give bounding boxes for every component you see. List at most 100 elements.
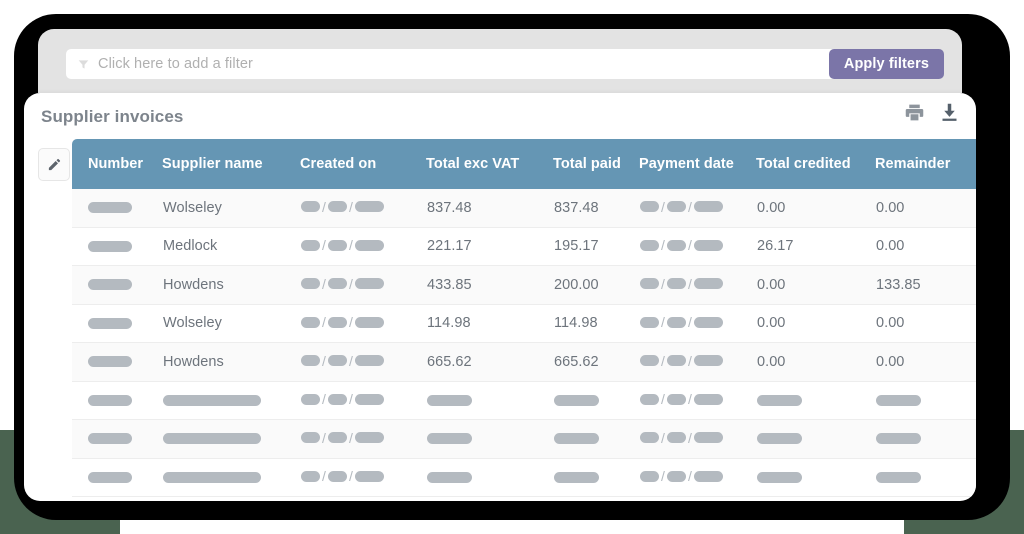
cell-number [72, 381, 162, 420]
column-header-supplier-name[interactable]: Supplier name [162, 139, 300, 189]
redacted-date: // [640, 200, 723, 214]
card-actions [904, 102, 960, 123]
redacted-date: // [301, 277, 384, 291]
cell-number [72, 458, 162, 497]
invoices-table-wrapper: Number Supplier name Created on Total ex… [41, 139, 959, 497]
redacted-date: // [640, 277, 723, 291]
table-header-row: Number Supplier name Created on Total ex… [72, 139, 976, 189]
cell-total-paid [553, 458, 639, 497]
redacted-date: // [301, 392, 384, 406]
cell-total-paid [553, 420, 639, 459]
redacted-value [757, 395, 802, 406]
redacted-value [163, 433, 261, 444]
table-row[interactable]: Wolseley//114.98114.98//0.000.00 [72, 304, 976, 343]
apply-filters-button[interactable]: Apply filters [829, 49, 944, 79]
cell-remainder: 0.00 [875, 189, 976, 227]
cell-total-paid: 837.48 [553, 189, 639, 227]
cell-remainder [875, 381, 976, 420]
redacted-value [876, 433, 921, 444]
redacted-value [757, 433, 802, 444]
cell-supplier-name: Wolseley [162, 189, 300, 227]
cell-payment-date: // [639, 458, 756, 497]
cell-total-exc-vat: 837.48 [426, 189, 553, 227]
redacted-value [554, 472, 599, 483]
redacted-value [88, 433, 132, 444]
cell-number [72, 266, 162, 305]
redacted-date: // [301, 238, 384, 252]
edit-columns-button[interactable] [38, 148, 70, 181]
redacted-value [88, 318, 132, 329]
cell-created-on: // [300, 304, 426, 343]
cell-total-exc-vat [426, 458, 553, 497]
cell-supplier-name: Wolseley [162, 304, 300, 343]
cell-total-credited: 0.00 [756, 266, 875, 305]
redacted-date: // [301, 354, 384, 368]
redacted-value [88, 202, 132, 213]
cell-created-on: // [300, 227, 426, 266]
cell-created-on: // [300, 266, 426, 305]
cell-total-exc-vat: 221.17 [426, 227, 553, 266]
table-row[interactable]: // // [72, 458, 976, 497]
cell-remainder [875, 420, 976, 459]
table-row[interactable]: Howdens//433.85200.00//0.00133.85 [72, 266, 976, 305]
cell-total-credited [756, 420, 875, 459]
column-header-remainder[interactable]: Remainder [875, 139, 976, 189]
redacted-date: // [640, 469, 723, 483]
cell-payment-date: // [639, 343, 756, 382]
supplier-invoices-table: Number Supplier name Created on Total ex… [72, 139, 976, 497]
table-row[interactable]: Howdens//665.62665.62//0.000.00 [72, 343, 976, 382]
redacted-value [88, 472, 132, 483]
cell-payment-date: // [639, 420, 756, 459]
cell-total-exc-vat [426, 420, 553, 459]
cell-created-on: // [300, 381, 426, 420]
column-header-number[interactable]: Number [72, 139, 162, 189]
cell-total-paid: 200.00 [553, 266, 639, 305]
supplier-invoices-card: Supplier invoices [24, 93, 976, 501]
redacted-value [554, 433, 599, 444]
cell-total-exc-vat [426, 381, 553, 420]
redacted-value [427, 395, 472, 406]
download-icon[interactable] [939, 102, 960, 123]
cell-supplier-name: Howdens [162, 266, 300, 305]
redacted-value [757, 472, 802, 483]
cell-remainder: 0.00 [875, 304, 976, 343]
table-row[interactable]: // // [72, 420, 976, 459]
redacted-value [88, 395, 132, 406]
cell-remainder: 133.85 [875, 266, 976, 305]
cell-total-paid [553, 381, 639, 420]
redacted-date: // [301, 469, 384, 483]
cell-created-on: // [300, 343, 426, 382]
column-header-created-on[interactable]: Created on [300, 139, 426, 189]
cell-remainder: 0.00 [875, 227, 976, 266]
cell-total-credited [756, 458, 875, 497]
redacted-value [88, 356, 132, 367]
column-header-total-exc-vat[interactable]: Total exc VAT [426, 139, 553, 189]
table-row[interactable]: // // [72, 381, 976, 420]
redacted-date: // [301, 315, 384, 329]
column-header-total-credited[interactable]: Total credited [756, 139, 875, 189]
cell-number [72, 304, 162, 343]
print-icon[interactable] [904, 102, 925, 123]
redacted-value [163, 395, 261, 406]
redacted-date: // [301, 431, 384, 445]
cell-remainder: 0.00 [875, 343, 976, 382]
table-row[interactable]: Wolseley//837.48837.48//0.000.00 [72, 189, 976, 227]
column-header-total-paid[interactable]: Total paid [553, 139, 639, 189]
filter-input[interactable]: Click here to add a filter [66, 49, 844, 79]
table-body: Wolseley//837.48837.48//0.000.00Medlock/… [72, 189, 976, 497]
redacted-date: // [640, 354, 723, 368]
redacted-value [427, 433, 472, 444]
column-header-payment-date[interactable]: Payment date [639, 139, 756, 189]
cell-payment-date: // [639, 227, 756, 266]
card-header: Supplier invoices [24, 93, 976, 139]
redacted-value [876, 472, 921, 483]
cell-total-paid: 195.17 [553, 227, 639, 266]
redacted-date: // [640, 392, 723, 406]
table-row[interactable]: Medlock//221.17195.17//26.170.00 [72, 227, 976, 266]
cell-created-on: // [300, 189, 426, 227]
cell-total-credited: 26.17 [756, 227, 875, 266]
redacted-value [427, 472, 472, 483]
redacted-date: // [301, 200, 384, 214]
cell-total-paid: 665.62 [553, 343, 639, 382]
funnel-icon [78, 59, 89, 70]
